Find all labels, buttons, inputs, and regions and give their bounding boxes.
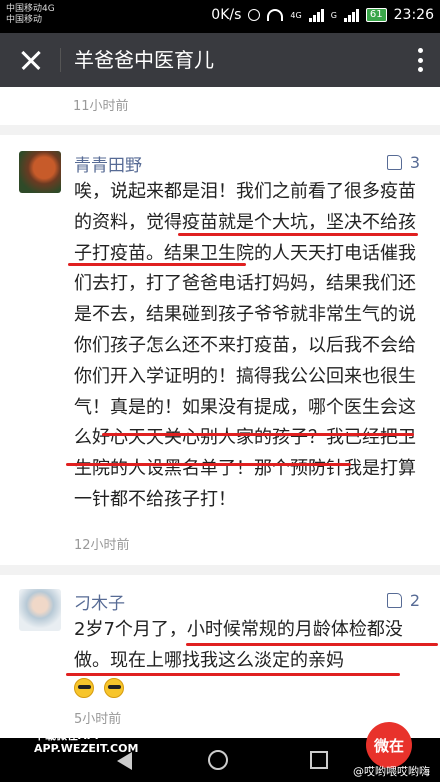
comments-list[interactable]: 11小时前 青青田野 3 唉，说起来都是泪！我们之前看了很多疫苗的资料，觉得疫苗… [0,87,440,738]
more-icon[interactable] [418,48,424,72]
carrier-line-1: 中国移动4G [6,4,55,14]
emoji-cool-icon [74,678,94,698]
carrier-info: 中国移动4G 中国移动 [6,4,55,26]
comment-nickname[interactable]: 青青田野 [74,151,142,176]
like-icon [386,593,402,608]
highlight-underline [186,643,438,646]
page-title: 羊爸爸中医育儿 [74,48,214,72]
divider [0,565,440,575]
title-divider [60,48,61,72]
back-icon[interactable] [117,752,132,770]
avatar[interactable] [19,589,61,631]
home-icon[interactable] [208,750,228,770]
highlight-underline [102,433,414,436]
highlight-underline [178,233,418,236]
emoji-cool-icon [104,678,124,698]
top-bar: 羊爸爸中医育儿 [0,33,440,87]
watermark-badge: 微在 [366,722,412,768]
comment-time: 12小时前 [74,538,130,553]
like-count: 3 [409,153,420,172]
recent-apps-icon[interactable] [310,751,328,769]
like-count: 2 [409,591,420,610]
emoji-row [74,678,124,698]
battery-icon: 61 [365,8,387,22]
comment-time: 5小时前 [74,712,122,727]
network-g-label: G [330,10,337,20]
carrier-line-2: 中国移动 [6,15,43,25]
like-button[interactable]: 2 [386,591,420,610]
status-bar: 中国移动4G 中国移动 0K/s 4G G 61 23:26 [0,0,440,33]
like-button[interactable]: 3 [386,153,420,172]
comment-text: 2岁7个月了，小时候常规的月龄体检都没做。现在上哪找我这么淡定的亲妈 [74,619,403,671]
highlight-underline [66,463,351,466]
avatar[interactable] [19,151,61,193]
close-icon[interactable] [16,45,46,75]
alarm-icon [248,9,261,21]
status-icons: 0K/s 4G G 61 23:26 [211,7,434,23]
like-icon [386,155,402,170]
signal-icon [308,8,324,22]
clock: 23:26 [393,7,434,23]
divider [0,125,440,135]
comment-nickname[interactable]: 刁木子 [74,589,125,614]
highlight-underline [68,263,246,266]
previous-comment-time: 11小时前 [73,99,129,114]
navigation-bar: 下载微在APP APP.WEZEIT.COM 微在 @哎哟喂哎哟嗨 [0,722,440,782]
signal-2-icon [343,8,359,22]
watermark-handle: @哎哟喂哎哟嗨 [353,765,430,778]
network-4g-label: 4G [290,10,302,20]
watermark-line-1: 下载微在APP [34,729,103,742]
network-speed: 0K/s [211,7,242,23]
wifi-icon [267,9,284,21]
highlight-underline [66,673,400,676]
